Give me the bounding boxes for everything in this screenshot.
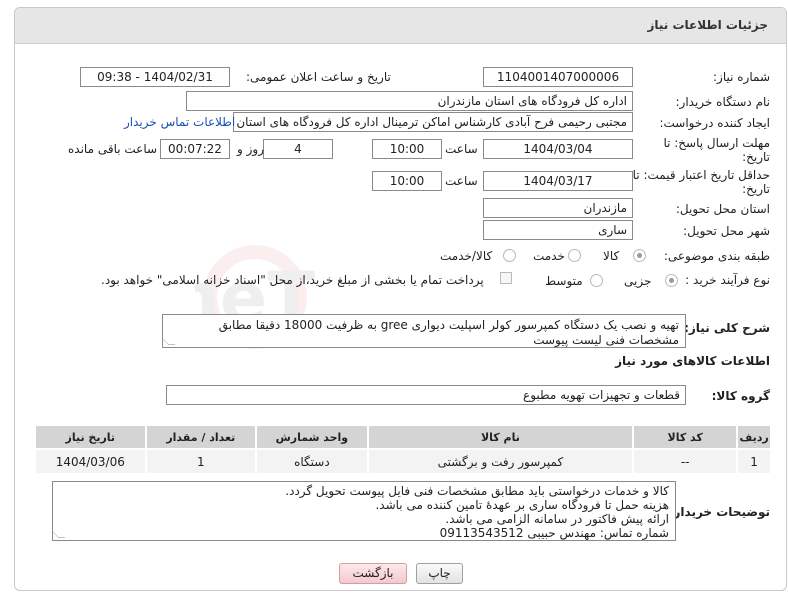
cell-name: کمپرسور رفت و برگشتی — [366, 448, 635, 475]
buyer-org-field: اداره کل فرودگاه های استان مازندران — [186, 91, 633, 111]
category-label: طبقه بندی موضوعی: — [663, 249, 770, 263]
table-header-row: ردیف کد کالا نام کالا واحد شمارش تعداد /… — [34, 424, 772, 450]
days-label: روز و — [237, 142, 264, 156]
price-validity-label: حداقل تاریخ اعتبار قیمت: تا تاریخ: — [632, 168, 770, 196]
creator-field: مجتبی رحیمی فرح آبادی کارشناس اماکن ترمی… — [233, 112, 633, 132]
back-button[interactable]: بازگشت — [339, 563, 407, 584]
province-label: استان محل تحویل: — [675, 202, 770, 216]
goods-table: ردیف کد کالا نام کالا واحد شمارش تعداد /… — [34, 424, 772, 475]
description-label: شرح کلی نیاز: — [684, 321, 770, 335]
category-option-both: کالا/خدمت — [440, 249, 493, 263]
description-textarea[interactable]: تهیه و نصب یک دستگاه کمپرسور کولر اسپلیت… — [161, 314, 686, 348]
panel-header: جزئیات اطلاعات نیاز — [15, 8, 786, 44]
goods-group-field: قطعات و تجهیزات تهویه مطبوع — [166, 385, 686, 405]
column-header-row-number: ردیف — [736, 424, 772, 450]
announce-label: تاریخ و ساعت اعلان عمومی: — [246, 70, 391, 84]
remaining-label: ساعت باقی مانده — [68, 142, 158, 156]
days-field: 4 — [263, 139, 333, 159]
buyer-notes-textarea[interactable]: کالا و خدمات درخواستی باید مطابق مشخصات … — [51, 481, 676, 541]
need-number-field: 1104001407000006 — [483, 67, 633, 87]
process-label: نوع فرآیند خرید : — [685, 273, 770, 287]
category-option-goods: کالا — [603, 249, 620, 263]
process-option-medium: متوسط — [545, 274, 583, 288]
category-radio-service[interactable] — [568, 249, 581, 262]
cell-row-number: 1 — [736, 448, 772, 475]
city-label: شهر محل تحویل: — [683, 224, 770, 238]
description-text: تهیه و نصب یک دستگاه کمپرسور کولر اسپلیت… — [218, 318, 679, 347]
panel-title: جزئیات اطلاعات نیاز — [647, 18, 768, 32]
buyer-note-line: هزینه حمل تا فرودگاه ساری بر عهدۀ تامین … — [375, 498, 669, 512]
treasury-payment-checkbox[interactable] — [500, 272, 512, 284]
category-option-service: خدمت — [533, 249, 565, 263]
buyer-note-line: ارائه پیش فاکتور در سامانه الزامی می باش… — [445, 512, 669, 526]
buyer-notes-label: توضیحات خریدار: — [668, 505, 770, 519]
cell-code: -- — [632, 448, 739, 475]
buyer-note-line: کالا و خدمات درخواستی باید مطابق مشخصات … — [285, 484, 669, 498]
column-header-name: نام کالا — [366, 424, 635, 450]
announce-field: 1404/02/31 - 09:38 — [80, 67, 230, 87]
price-validity-time-field: 10:00 — [372, 171, 442, 191]
category-radio-goods[interactable] — [633, 249, 646, 262]
price-validity-time-label: ساعت — [445, 174, 478, 188]
need-number-label: شماره نیاز: — [713, 70, 770, 84]
category-radio-both[interactable] — [503, 249, 516, 262]
price-validity-date-field: 1404/03/17 — [483, 171, 633, 191]
contact-info-link[interactable]: اطلاعات تماس خریدار — [124, 115, 235, 129]
creator-label: ایجاد کننده درخواست: — [659, 116, 770, 130]
deadline-time-label: ساعت — [445, 142, 478, 156]
resize-grip-icon[interactable] — [161, 338, 176, 345]
deadline-label: مهلت ارسال پاسخ: تا تاریخ: — [663, 136, 770, 164]
column-header-code: کد کالا — [632, 424, 739, 450]
cell-need-date: 1404/03/06 — [34, 448, 147, 475]
province-field: مازندران — [483, 198, 633, 218]
table-row[interactable]: 1 -- کمپرسور رفت و برگشتی دستگاه 1 1404/… — [34, 448, 772, 475]
process-radio-minor[interactable] — [665, 274, 678, 287]
treasury-payment-note: پرداخت تمام یا بخشی از مبلغ خرید،از محل … — [101, 273, 484, 287]
print-button[interactable]: چاپ — [416, 563, 463, 584]
buyer-note-line: شماره تماس: مهندس حبیبی 09113543512 — [439, 526, 669, 540]
goods-section-title: اطلاعات کالاهای مورد نیاز — [615, 354, 770, 368]
cell-quantity: 1 — [144, 448, 258, 475]
column-header-unit: واحد شمارش — [255, 424, 369, 450]
process-radio-medium[interactable] — [590, 274, 603, 287]
column-header-quantity: تعداد / مقدار — [144, 424, 258, 450]
city-field: ساری — [483, 220, 633, 240]
deadline-time-field: 10:00 — [372, 139, 442, 159]
column-header-need-date: تاریخ نیاز — [34, 424, 147, 450]
buyer-org-label: نام دستگاه خریدار: — [675, 95, 771, 109]
remaining-time-field: 00:07:22 — [160, 139, 230, 159]
goods-group-label: گروه کالا: — [711, 389, 770, 403]
cell-unit: دستگاه — [255, 448, 369, 475]
deadline-date-field: 1404/03/04 — [483, 139, 633, 159]
process-option-minor: جزیی — [624, 274, 652, 288]
